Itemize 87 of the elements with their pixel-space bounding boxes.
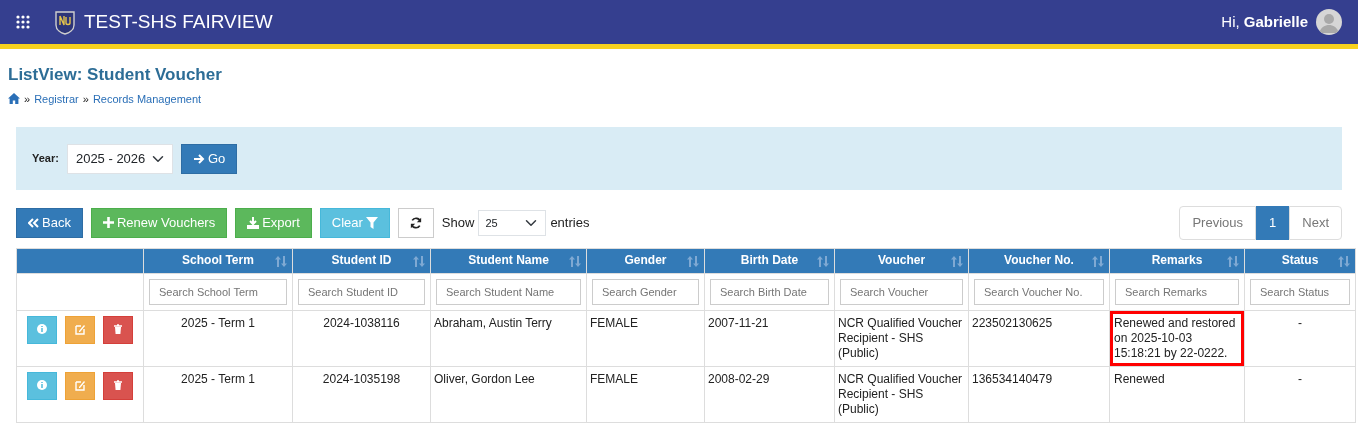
page-title: ListView: Student Voucher [8,64,223,86]
delete-button[interactable] [103,371,133,400]
search-field[interactable]: Search Birth Date [710,278,829,305]
info-icon [37,380,47,391]
app-grid-icon[interactable] [16,15,30,29]
user-avatar-icon[interactable] [1316,9,1342,35]
search-field[interactable]: Search Status [1250,278,1350,305]
search-field[interactable]: Search School Term [149,278,287,305]
download-icon [247,216,260,229]
search-field[interactable]: Search Voucher [840,278,963,305]
home-icon[interactable] [8,93,20,105]
table-cell: 223502130625 [968,310,1110,366]
app-title: TEST-SHS FAIRVIEW [84,9,273,34]
edit-icon [75,380,85,391]
sort-icon[interactable] [817,255,829,267]
school-crest-icon [54,9,76,35]
back-button[interactable]: Back [16,207,83,238]
table-cell: 2024-1038116 [292,310,431,366]
table-cell: Abraham, Austin Terry [430,310,587,366]
table-cell: NCR Qualified Voucher Recipient - SHS (Public) [834,310,969,366]
sort-icon[interactable] [1092,255,1104,267]
table-cell: NCR Qualified Voucher Recipient - SHS (Public) [834,366,969,422]
breadcrumb-separator: » [82,91,89,107]
pagination-link[interactable]: Next [1289,206,1342,240]
search-field[interactable]: Search Remarks [1115,278,1239,305]
info-button[interactable] [27,371,57,400]
delete-button[interactable] [103,315,133,344]
table-cell: FEMALE [586,310,705,366]
table-cell: Oliver, Gordon Lee [430,366,587,422]
remarks-cell: Renewed and restored on 2025-10-03 15:18:21 by 22-0222. [1110,310,1244,366]
column-header[interactable]: Student Name [430,248,587,273]
search-field[interactable]: Search Gender [592,278,699,305]
entries-label: entries [550,214,590,232]
table-cell: 2007-11-21 [704,310,835,366]
export-button[interactable]: Export [235,207,312,238]
sort-icon[interactable] [687,255,699,267]
user-greeting: Hi, Gabrielle [1221,11,1308,32]
year-label: Year: [32,151,59,167]
sort-icon[interactable] [1338,255,1350,267]
sort-icon[interactable] [1227,255,1239,267]
table-cell: 2008-02-29 [704,366,835,422]
trash-icon [113,380,123,391]
table-cell: 2025 - Term 1 [143,366,293,422]
column-header[interactable]: Status [1244,248,1356,273]
column-header[interactable]: Voucher [834,248,969,273]
sort-icon[interactable] [275,255,287,267]
sort-icon[interactable] [951,255,963,267]
breadcrumb-separator: » [24,91,31,107]
go-button[interactable]: Go [180,143,238,174]
breadcrumb-link[interactable]: Records Management [92,90,202,107]
year-select[interactable]: 2025 - 2026 [66,143,173,174]
refresh-icon [409,215,422,230]
pagination-link[interactable]: Previous [1179,206,1257,240]
remarks-cell-text: Renewed [1113,370,1166,388]
show-label: Show [441,214,475,232]
filter-icon [365,216,378,229]
edit-button[interactable] [65,315,95,344]
sort-icon[interactable] [569,255,581,267]
info-button[interactable] [27,315,57,344]
refresh-button[interactable] [397,207,434,238]
arrow-right-icon [192,152,205,165]
search-field[interactable]: Search Student ID [298,278,425,305]
table-cell: 2025 - Term 1 [143,310,293,366]
search-field[interactable]: Search Voucher No. [974,278,1104,305]
column-header[interactable]: School Term [143,248,293,273]
info-icon [37,324,47,335]
edit-button[interactable] [65,371,95,400]
trash-icon [113,324,123,335]
sort-icon[interactable] [413,255,425,267]
column-header[interactable]: Remarks [1109,248,1245,273]
column-header[interactable]: Voucher No. [968,248,1110,273]
table-cell: 136534140479 [968,366,1110,422]
table-cell: 2024-1035198 [292,366,431,422]
breadcrumb-link[interactable]: Registrar [34,90,79,107]
search-field[interactable]: Search Student Name [436,278,581,305]
table-cell: - [1244,310,1356,366]
column-header[interactable]: Gender [586,248,705,273]
page-size-select[interactable]: 25 [478,209,547,236]
column-header[interactable]: Birth Date [704,248,835,273]
plus-icon [102,217,114,229]
double-chevron-left-icon [28,217,39,228]
table-cell: - [1244,366,1356,422]
column-header[interactable]: Student ID [292,248,431,273]
table-cell: FEMALE [586,366,705,422]
pagination-link[interactable]: 1 [1256,206,1290,240]
renew-vouchers-button[interactable]: Renew Vouchers [90,207,228,238]
edit-icon [75,324,85,335]
